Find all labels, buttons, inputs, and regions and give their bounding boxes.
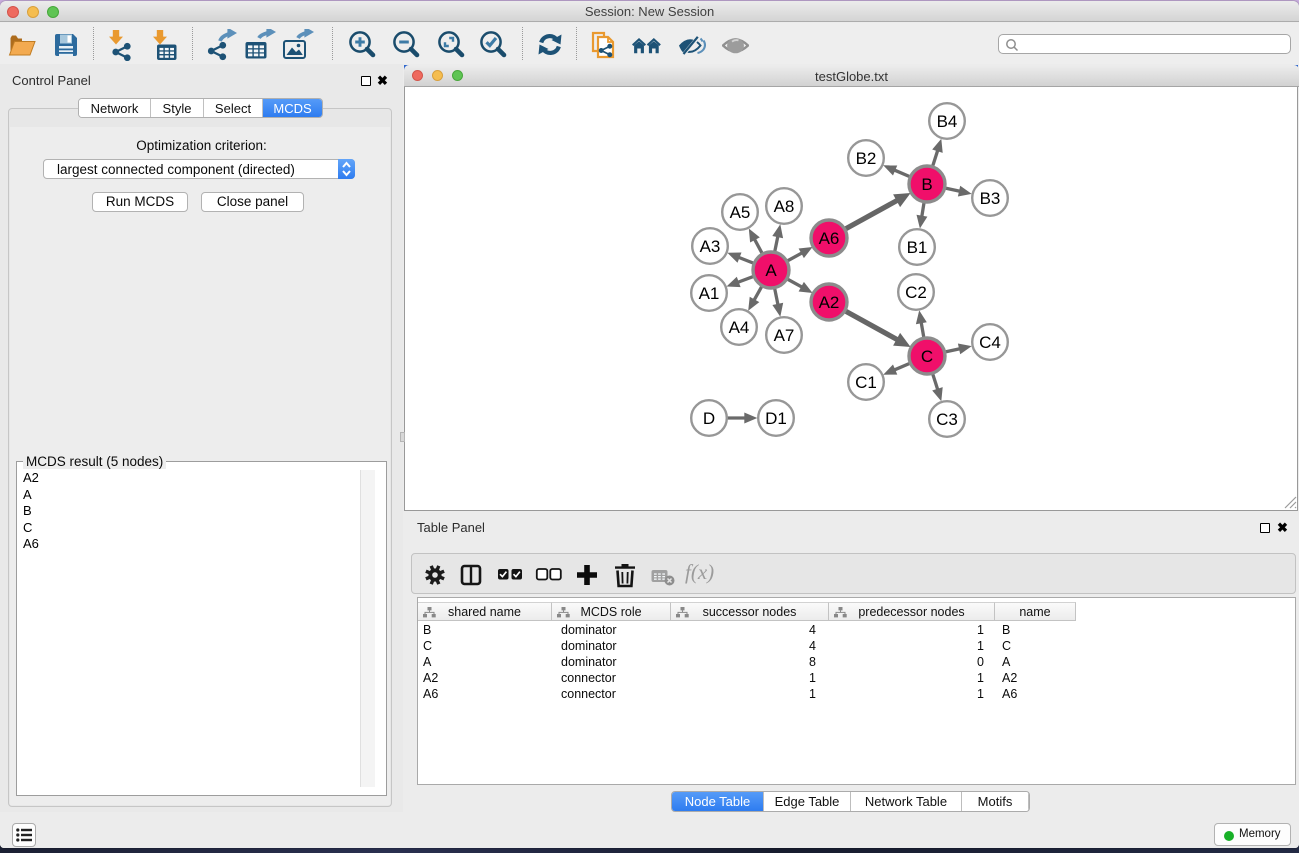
svg-text:A5: A5 <box>730 203 751 222</box>
svg-text:C1: C1 <box>855 373 877 392</box>
svg-text:A4: A4 <box>729 318 750 337</box>
svg-text:D1: D1 <box>765 409 787 428</box>
svg-text:A2: A2 <box>819 293 840 312</box>
svg-text:D: D <box>703 409 715 428</box>
svg-text:C3: C3 <box>936 410 958 429</box>
svg-text:C: C <box>921 347 933 366</box>
svg-text:A8: A8 <box>774 197 795 216</box>
svg-text:B: B <box>921 175 932 194</box>
svg-text:B3: B3 <box>980 189 1001 208</box>
svg-text:B2: B2 <box>856 149 877 168</box>
svg-text:A1: A1 <box>699 284 720 303</box>
svg-text:C2: C2 <box>905 283 927 302</box>
svg-text:B1: B1 <box>907 238 928 257</box>
svg-text:A7: A7 <box>774 326 795 345</box>
svg-text:B4: B4 <box>937 112 958 131</box>
svg-text:A6: A6 <box>819 229 840 248</box>
svg-text:A: A <box>765 261 777 280</box>
svg-text:C4: C4 <box>979 333 1001 352</box>
svg-text:A3: A3 <box>700 237 721 256</box>
